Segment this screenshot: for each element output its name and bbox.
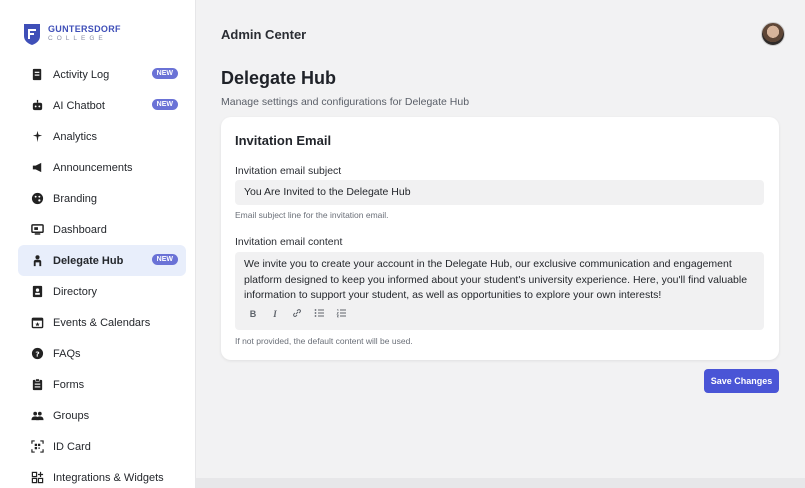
sidebar-item-announcements[interactable]: Announcements: [0, 152, 195, 183]
sidebar-item-label: Activity Log: [53, 68, 110, 81]
content-text[interactable]: We invite you to create your account in …: [244, 257, 756, 304]
top-bar: Admin Center: [196, 10, 805, 58]
sidebar-item-label: ID Card: [53, 440, 91, 453]
page-subtitle: Manage settings and configurations for D…: [221, 96, 470, 108]
bold-icon[interactable]: B: [247, 309, 259, 319]
megaphone-icon: [30, 161, 44, 175]
card-title: Invitation Email: [235, 133, 332, 148]
sidebar-item-label: Delegate Hub: [53, 254, 124, 267]
sidebar-item-label: Forms: [53, 378, 85, 391]
sidebar-item-label: Directory: [53, 285, 98, 298]
app-title: Admin Center: [221, 27, 307, 42]
brand-subname: COLLEGE: [48, 35, 107, 43]
sidebar-item-label: Announcements: [53, 161, 133, 174]
sidebar-item-label: Events & Calendars: [53, 316, 151, 329]
link-icon[interactable]: [291, 308, 303, 320]
shield-logo-icon: [24, 24, 40, 45]
college-logo[interactable]: GUNTERSDORF COLLEGE: [22, 22, 121, 46]
subject-helper: Email subject line for the invitation em…: [235, 210, 389, 220]
subject-label: Invitation email subject: [235, 165, 342, 177]
sidebar-item-label: Analytics: [53, 130, 98, 143]
invitation-email-card: Invitation Email Invitation email subjec…: [221, 117, 779, 360]
sidebar-item-label: Dashboard: [53, 223, 107, 236]
delegate-icon: [30, 254, 44, 268]
sidebar-item-forms[interactable]: Forms: [0, 369, 195, 400]
help-icon: ?: [30, 347, 44, 361]
sidebar-item-label: FAQs: [53, 347, 81, 360]
content-label: Invitation email content: [235, 236, 343, 248]
chatbot-icon: [30, 99, 44, 113]
sidebar-item-delegate-hub[interactable]: Delegate Hub NEW: [18, 245, 186, 276]
svg-text:?: ?: [35, 349, 39, 358]
new-badge: NEW: [151, 99, 178, 110]
sidebar-item-integrations-widgets[interactable]: Integrations & Widgets: [0, 462, 195, 488]
sidebar-item-events-calendars[interactable]: Events & Calendars: [0, 307, 195, 338]
brand-name: GUNTERSDORF: [48, 24, 121, 35]
new-badge: NEW: [151, 254, 178, 265]
sidebar-item-label: Branding: [53, 192, 98, 205]
qr-icon: [30, 440, 44, 454]
sidebar-item-analytics[interactable]: Analytics: [0, 121, 195, 152]
widgets-icon: [30, 471, 44, 485]
forms-icon: [30, 378, 44, 392]
subject-input[interactable]: You Are Invited to the Delegate Hub: [235, 180, 764, 205]
sidebar-item-id-card[interactable]: ID Card: [0, 431, 195, 462]
content-helper: If not provided, the default content wil…: [235, 336, 413, 346]
sidebar-item-label: Groups: [53, 409, 90, 422]
sidebar-item-ai-chatbot[interactable]: AI Chatbot NEW: [0, 90, 195, 121]
activity-log-icon: [30, 68, 44, 82]
sidebar: GUNTERSDORF COLLEGE Activity Log NEW AI …: [0, 0, 196, 488]
groups-icon: [30, 409, 44, 423]
sidebar-item-label: AI Chatbot: [53, 99, 105, 112]
calendar-icon: [30, 316, 44, 330]
editor-toolbar: B I: [247, 308, 347, 320]
sidebar-item-activity-log[interactable]: Activity Log NEW: [0, 59, 195, 90]
italic-icon[interactable]: I: [269, 309, 281, 319]
bullet-list-icon[interactable]: [313, 308, 325, 320]
sidebar-item-groups[interactable]: Groups: [0, 400, 195, 431]
bottom-edge: [196, 478, 805, 488]
palette-icon: [30, 192, 44, 206]
numbered-list-icon[interactable]: [335, 308, 347, 320]
content-editor[interactable]: We invite you to create your account in …: [235, 252, 764, 330]
dashboard-icon: [30, 223, 44, 237]
directory-icon: [30, 285, 44, 299]
sidebar-nav: Activity Log NEW AI Chatbot NEW Analytic…: [0, 59, 195, 488]
sidebar-item-branding[interactable]: Branding: [0, 183, 195, 214]
sidebar-item-directory[interactable]: Directory: [0, 276, 195, 307]
save-changes-button[interactable]: Save Changes: [704, 369, 779, 393]
sidebar-item-faqs[interactable]: ? FAQs: [0, 338, 195, 369]
page-title: Delegate Hub: [221, 68, 337, 88]
new-badge: NEW: [151, 68, 178, 79]
analytics-icon: [30, 130, 44, 144]
sidebar-item-label: Integrations & Widgets: [53, 471, 164, 484]
sidebar-item-dashboard[interactable]: Dashboard: [0, 214, 195, 245]
avatar[interactable]: [761, 22, 785, 46]
